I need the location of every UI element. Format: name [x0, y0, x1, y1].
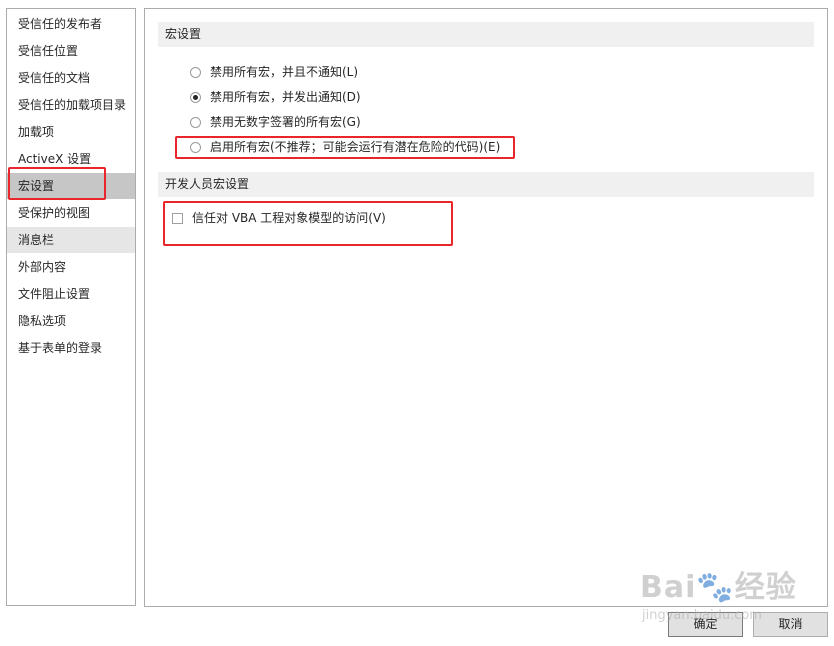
- radio-button[interactable]: [190, 116, 201, 128]
- sidebar-item-addins[interactable]: 加载项: [7, 119, 135, 145]
- radio-button-selected[interactable]: [190, 91, 201, 103]
- sidebar-item-trusted-publishers[interactable]: 受信任的发布者: [7, 11, 135, 37]
- highlight-box-vba-access: [163, 201, 453, 246]
- ok-button[interactable]: 确定: [668, 612, 743, 637]
- sidebar-item-trusted-documents[interactable]: 受信任的文档: [7, 65, 135, 91]
- radio-button[interactable]: [190, 66, 201, 78]
- sidebar-item-trusted-addin-catalogs[interactable]: 受信任的加载项目录: [7, 92, 135, 118]
- sidebar-item-external-content[interactable]: 外部内容: [7, 254, 135, 280]
- sidebar-item-privacy-options[interactable]: 隐私选项: [7, 308, 135, 334]
- radio-disable-no-notify[interactable]: 禁用所有宏，并且不通知(L): [190, 62, 358, 82]
- trust-center-sidebar: 受信任的发布者 受信任位置 受信任的文档 受信任的加载项目录 加载项 Activ…: [6, 8, 136, 606]
- highlight-box-macro-settings: [8, 167, 106, 200]
- radio-label: 禁用无数字签署的所有宏(G): [210, 115, 361, 129]
- sidebar-item-form-based-signin[interactable]: 基于表单的登录: [7, 335, 135, 361]
- cancel-button[interactable]: 取消: [753, 612, 828, 637]
- radio-label: 禁用所有宏，并发出通知(D): [210, 90, 361, 104]
- radio-label: 禁用所有宏，并且不通知(L): [210, 65, 359, 79]
- highlight-box-enable-all: [175, 136, 515, 159]
- sidebar-item-protected-view[interactable]: 受保护的视图: [7, 200, 135, 226]
- radio-disable-with-notify[interactable]: 禁用所有宏，并发出通知(D): [190, 87, 361, 107]
- macro-settings-header: 宏设置: [158, 22, 814, 47]
- sidebar-item-trusted-locations[interactable]: 受信任位置: [7, 38, 135, 64]
- developer-macro-settings-header: 开发人员宏设置: [158, 172, 814, 197]
- sidebar-item-file-block-settings[interactable]: 文件阻止设置: [7, 281, 135, 307]
- sidebar-item-message-bar[interactable]: 消息栏: [7, 227, 135, 253]
- radio-disable-unsigned[interactable]: 禁用无数字签署的所有宏(G): [190, 112, 361, 132]
- macro-settings-panel: 宏设置 禁用所有宏，并且不通知(L) 禁用所有宏，并发出通知(D) 禁用无数字签…: [144, 8, 828, 607]
